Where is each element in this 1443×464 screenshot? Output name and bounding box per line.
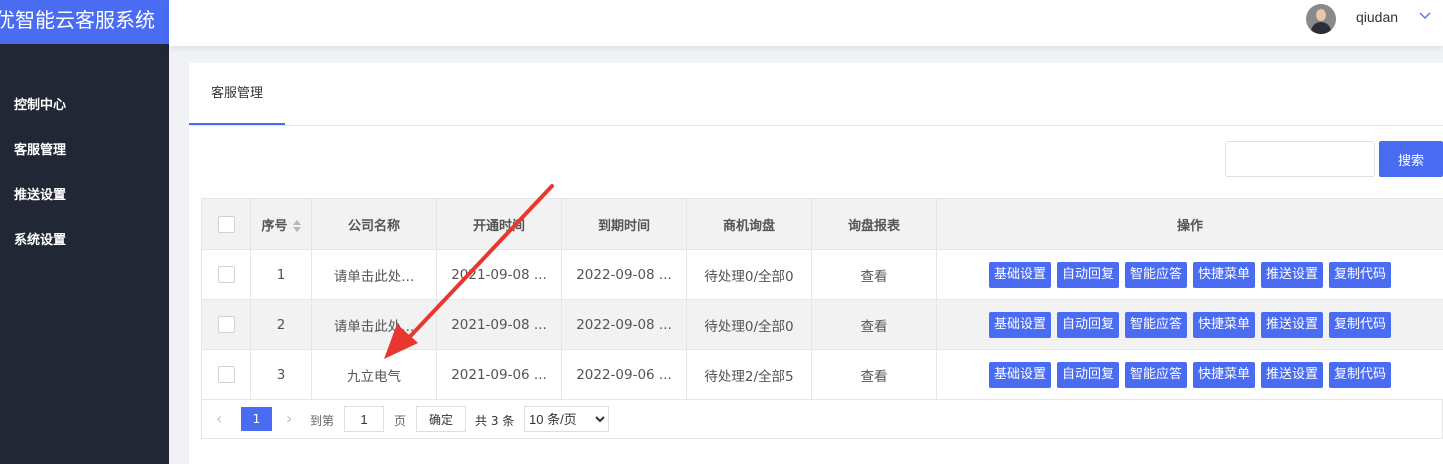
row-open-date: 2021-09-08 ... (436, 299, 562, 350)
row-checkbox[interactable] (217, 316, 235, 333)
column-header-expire-date: 到期时间 (561, 198, 687, 250)
sidebar: 优智能云客服系统 控制中心 客服管理 推送设置 系统设置 (0, 0, 169, 464)
row-inquiries: 待处理0/全部0 (686, 249, 812, 300)
view-report-link[interactable]: 查看 (861, 269, 888, 285)
goto-label: 到第 (310, 414, 335, 428)
table-row: 1 请单击此处... 2021-09-08 ... 2022-09-08 ...… (201, 249, 1443, 300)
copy-code-button[interactable]: 复制代码 (1329, 261, 1392, 288)
row-actions: 基础设置 自动回复 智能应答 快捷菜单 推送设置 复制代码 (936, 249, 1443, 300)
select-all-checkbox[interactable] (217, 215, 235, 233)
push-settings-button[interactable]: 推送设置 (1261, 311, 1324, 338)
row-open-date: 2021-09-06 ... (436, 349, 562, 400)
column-header-inquiries: 商机询盘 (686, 198, 812, 250)
row-inquiries: 待处理2/全部5 (686, 349, 812, 400)
table-header-row: 序号 公司名称 开通时间 到期时间 商机询盘 询盘报表 操作 (201, 198, 1443, 250)
quick-menu-button[interactable]: 快捷菜单 (1193, 311, 1256, 338)
chevron-down-icon[interactable] (1418, 8, 1432, 22)
row-company[interactable]: 九立电气 (311, 349, 437, 400)
quick-menu-button[interactable]: 快捷菜单 (1193, 261, 1256, 288)
app-logo-title: 优智能云客服系统 (0, 0, 169, 44)
main-card: 客服管理 搜索 序号 公司名称 开通时间 到期时间 商机询盘 询盘报表 操作 1 (189, 63, 1443, 464)
row-actions: 基础设置 自动回复 智能应答 快捷菜单 推送设置 复制代码 (936, 299, 1443, 350)
pagination: ‹ 1 › 到第 页 确定 共 3 条 10 条/页 (201, 399, 1443, 439)
tab-divider (189, 125, 1443, 126)
column-header-actions: 操作 (936, 198, 1443, 250)
goto-page-input[interactable] (344, 406, 384, 432)
total-count: 共 3 条 (475, 414, 515, 428)
goto-confirm-button[interactable]: 确定 (416, 406, 466, 432)
row-company[interactable]: 请单击此处... (311, 249, 437, 300)
row-index: 1 (250, 249, 312, 300)
page-size-select[interactable]: 10 条/页 (524, 406, 609, 432)
basic-settings-button[interactable]: 基础设置 (988, 261, 1051, 288)
basic-settings-button[interactable]: 基础设置 (988, 361, 1051, 388)
push-settings-button[interactable]: 推送设置 (1261, 261, 1324, 288)
sort-icon[interactable] (292, 220, 301, 232)
row-checkbox[interactable] (217, 266, 235, 283)
customer-service-table: 序号 公司名称 开通时间 到期时间 商机询盘 询盘报表 操作 1 请单击此处..… (201, 198, 1443, 400)
row-checkbox[interactable] (217, 366, 235, 383)
auto-reply-button[interactable]: 自动回复 (1056, 361, 1119, 388)
prev-page-icon[interactable]: ‹ (216, 409, 222, 428)
sidebar-item-push-settings[interactable]: 推送设置 (0, 180, 169, 212)
column-header-company: 公司名称 (311, 198, 437, 250)
quick-menu-button[interactable]: 快捷菜单 (1193, 361, 1256, 388)
row-expire-date: 2022-09-08 ... (561, 299, 687, 350)
page-unit-label: 页 (394, 414, 407, 428)
column-header-report: 询盘报表 (811, 198, 937, 250)
search-input[interactable] (1225, 141, 1375, 177)
row-open-date: 2021-09-08 ... (436, 249, 562, 300)
push-settings-button[interactable]: 推送设置 (1261, 361, 1324, 388)
top-header: qiudan (169, 0, 1443, 46)
auto-reply-button[interactable]: 自动回复 (1056, 311, 1119, 338)
row-index: 3 (250, 349, 312, 400)
view-report-link[interactable]: 查看 (861, 369, 888, 385)
user-avatar[interactable] (1306, 4, 1336, 34)
table-row: 3 九立电气 2021-09-06 ... 2022-09-06 ... 待处理… (201, 349, 1443, 400)
sidebar-item-system-settings[interactable]: 系统设置 (0, 225, 169, 257)
page-number-current[interactable]: 1 (241, 407, 272, 431)
row-company[interactable]: 请单击此处... (311, 299, 437, 350)
tab-customer-service[interactable]: 客服管理 (189, 63, 285, 125)
next-page-icon[interactable]: › (286, 409, 292, 428)
sidebar-item-dashboard[interactable]: 控制中心 (0, 90, 169, 122)
smart-answer-button[interactable]: 智能应答 (1124, 311, 1187, 338)
view-report-link[interactable]: 查看 (861, 319, 888, 335)
column-header-index[interactable]: 序号 (250, 198, 312, 250)
copy-code-button[interactable]: 复制代码 (1329, 311, 1392, 338)
search-button[interactable]: 搜索 (1379, 141, 1443, 177)
table-row: 2 请单击此处... 2021-09-08 ... 2022-09-08 ...… (201, 299, 1443, 350)
row-index: 2 (250, 299, 312, 350)
row-actions: 基础设置 自动回复 智能应答 快捷菜单 推送设置 复制代码 (936, 349, 1443, 400)
row-inquiries: 待处理0/全部0 (686, 299, 812, 350)
row-expire-date: 2022-09-08 ... (561, 249, 687, 300)
smart-answer-button[interactable]: 智能应答 (1124, 361, 1187, 388)
username[interactable]: qiudan (1356, 9, 1398, 25)
copy-code-button[interactable]: 复制代码 (1329, 361, 1392, 388)
basic-settings-button[interactable]: 基础设置 (988, 311, 1051, 338)
row-expire-date: 2022-09-06 ... (561, 349, 687, 400)
smart-answer-button[interactable]: 智能应答 (1124, 261, 1187, 288)
column-header-open-date: 开通时间 (436, 198, 562, 250)
sidebar-item-customer-service[interactable]: 客服管理 (0, 135, 169, 167)
auto-reply-button[interactable]: 自动回复 (1056, 261, 1119, 288)
